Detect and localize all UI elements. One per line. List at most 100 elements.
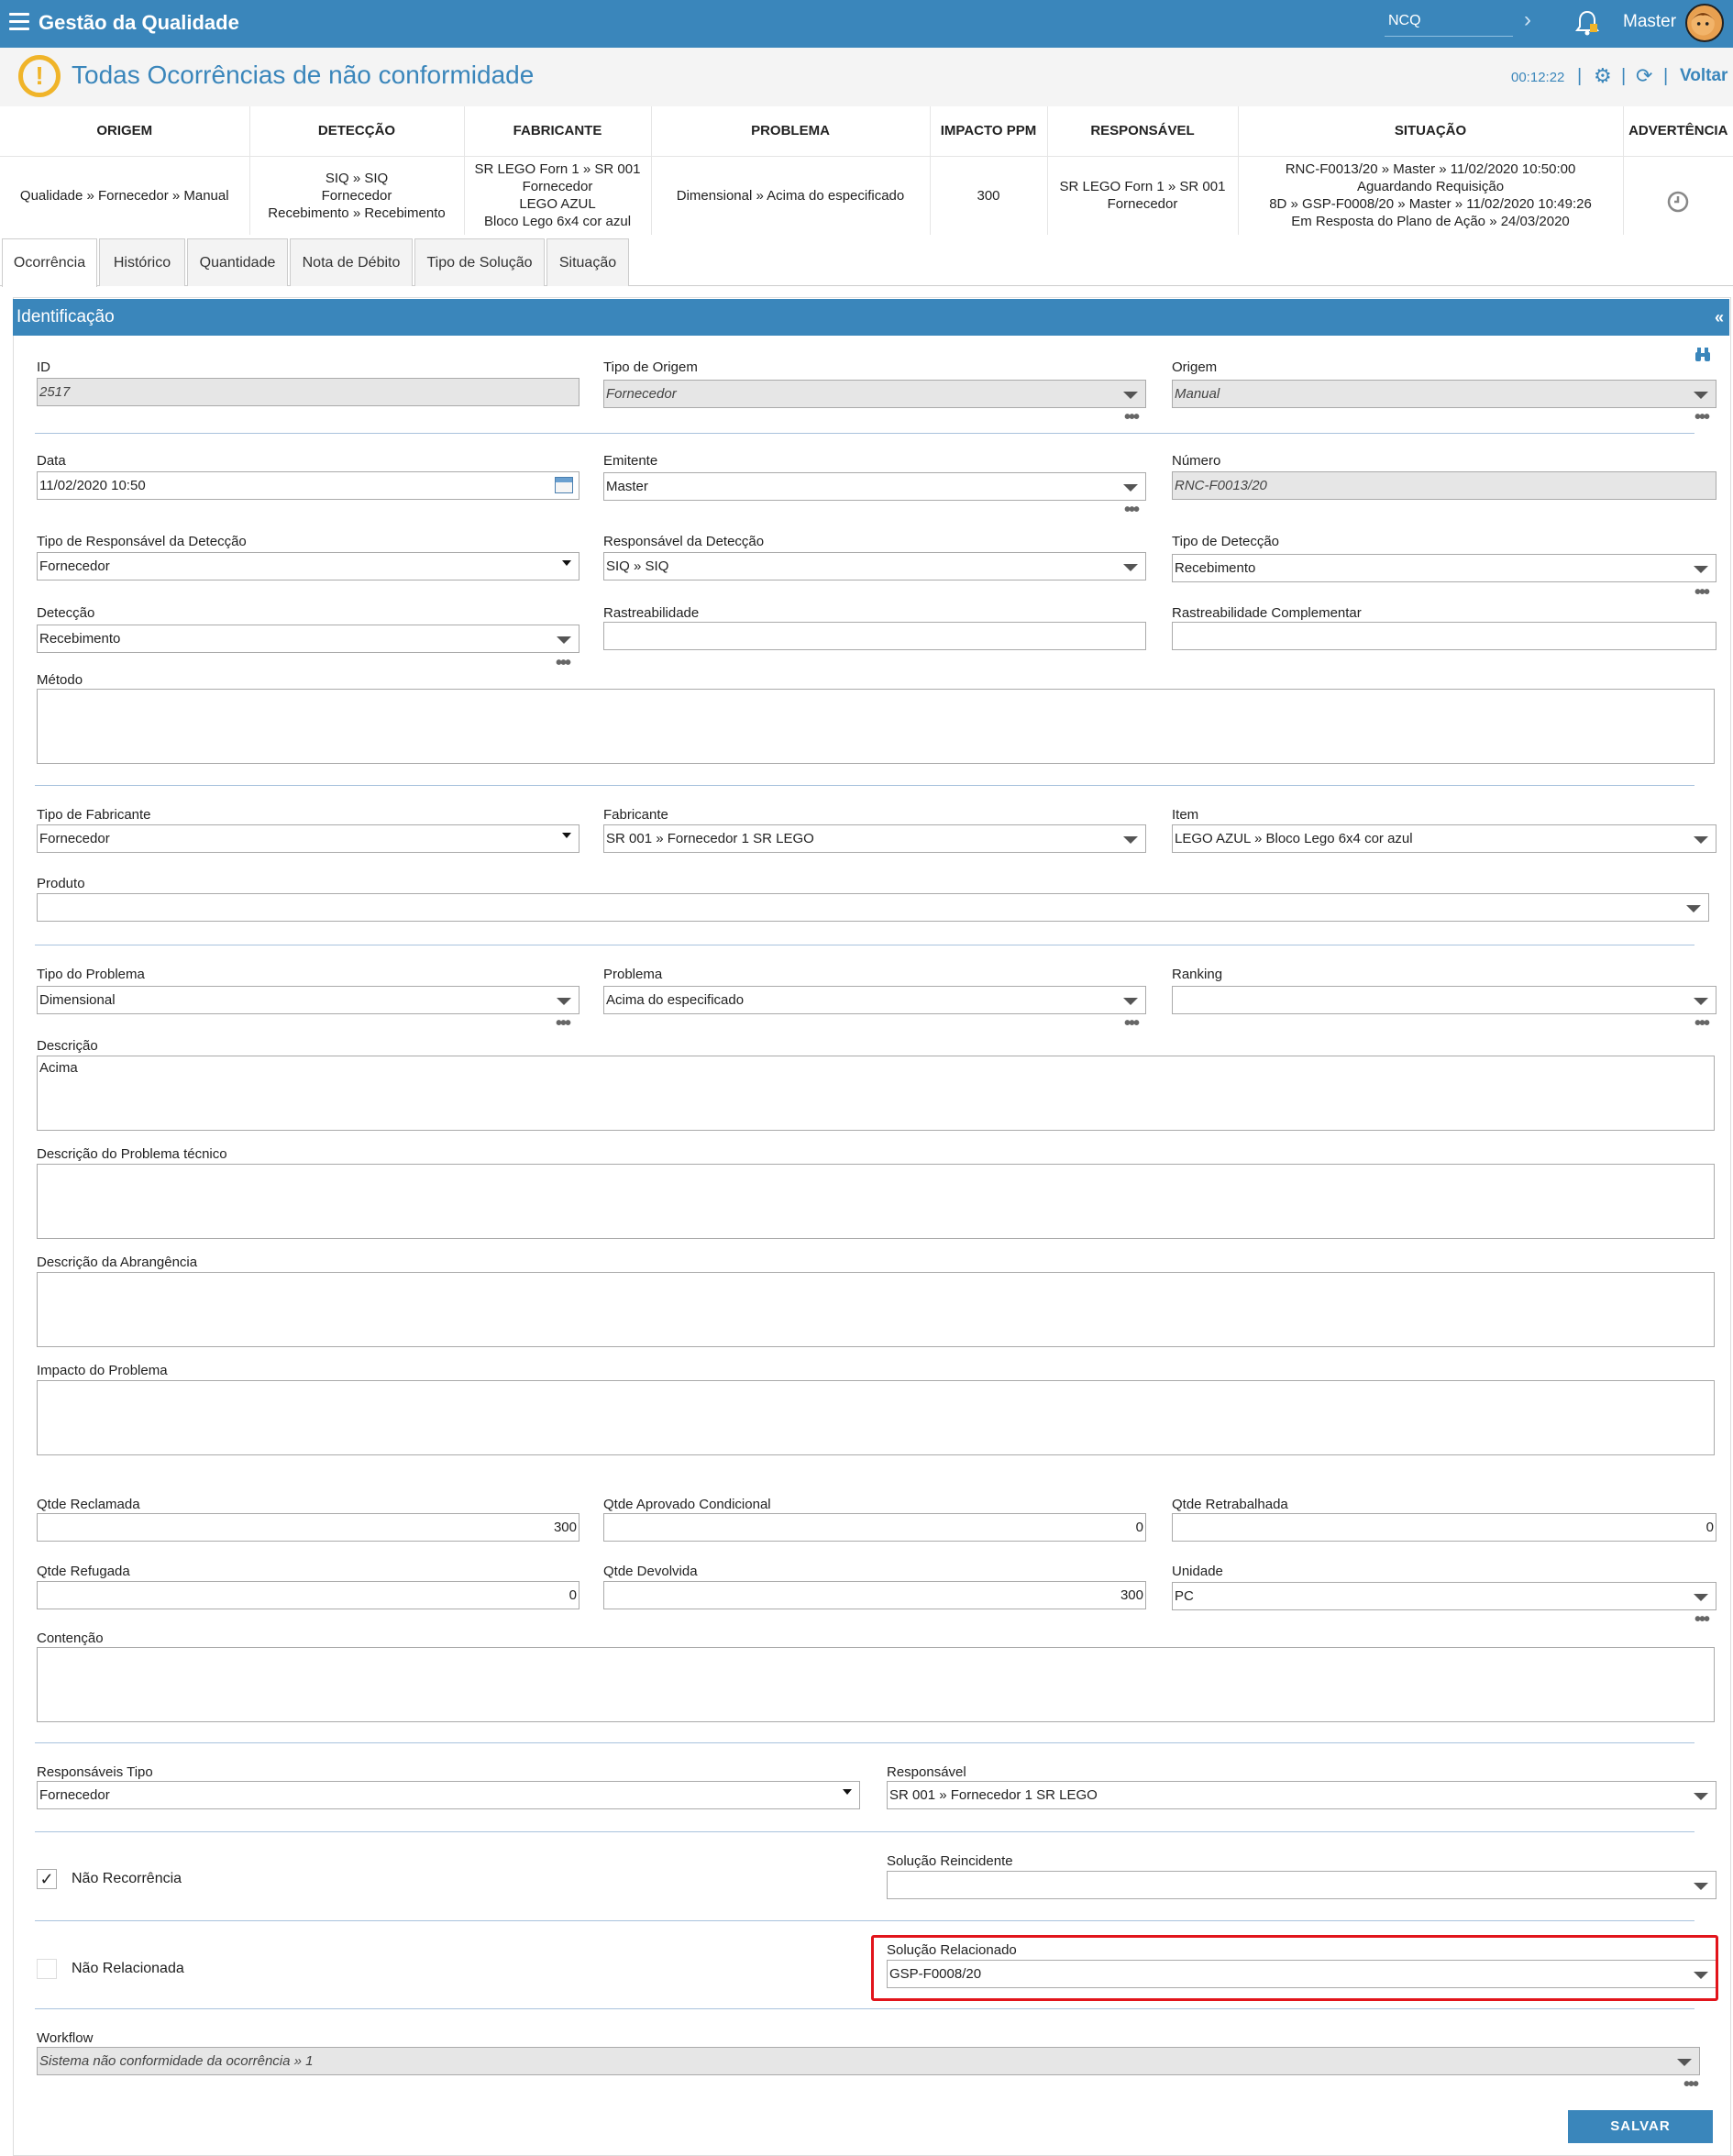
save-button[interactable]: SALVAR: [1568, 2110, 1713, 2143]
binoculars-icon[interactable]: [1694, 347, 1711, 363]
tipo-origem-select[interactable]: Fornecedor: [603, 380, 1146, 408]
rastreab-comp-input[interactable]: [1172, 622, 1716, 650]
dropdown-arrow-icon: [1123, 564, 1138, 571]
more-icon[interactable]: •••: [1694, 1014, 1710, 1033]
ranking-select[interactable]: [1172, 986, 1716, 1014]
section-header[interactable]: Identificação «: [13, 299, 1729, 336]
sol-reinc-label: Solução Reincidente: [887, 1853, 1013, 1869]
contencao-textarea[interactable]: [37, 1647, 1715, 1722]
more-icon[interactable]: •••: [1124, 501, 1140, 519]
descricao-textarea[interactable]: Acima: [37, 1056, 1715, 1131]
tipo-prob-select[interactable]: Dimensional: [37, 986, 580, 1014]
col-header: RESPONSÁVEL: [1047, 106, 1239, 156]
metodo-textarea[interactable]: [37, 689, 1715, 764]
more-icon[interactable]: •••: [556, 1014, 571, 1033]
origem-label: Origem: [1172, 359, 1218, 375]
module-search-input[interactable]: NCQ: [1385, 7, 1513, 37]
tab-ocorrencia[interactable]: Ocorrência: [2, 238, 97, 287]
avatar[interactable]: [1685, 4, 1724, 42]
user-name[interactable]: Master: [1623, 12, 1676, 32]
nao-recorrencia-checkbox[interactable]: ✓: [37, 1869, 57, 1889]
back-link[interactable]: Voltar: [1680, 66, 1727, 86]
qtde-retr-input[interactable]: 0: [1172, 1513, 1716, 1542]
resp-tipo-select[interactable]: Fornecedor: [37, 1781, 860, 1809]
divider: [35, 1920, 1694, 1921]
resp-det-select[interactable]: SIQ » SIQ: [603, 552, 1146, 580]
tab-quantidade[interactable]: Quantidade: [187, 238, 288, 286]
refresh-icon[interactable]: ⟳: [1636, 64, 1652, 88]
tipo-det-select[interactable]: Recebimento: [1172, 554, 1716, 582]
tab-bar: Ocorrência Histórico Quantidade Nota de …: [0, 238, 1733, 287]
item-select[interactable]: LEGO AZUL » Bloco Lego 6x4 cor azul: [1172, 824, 1716, 853]
section-title: Identificação: [17, 307, 115, 326]
page-header: ! Todas Ocorrências de não conformidade …: [0, 48, 1733, 106]
tipo-fab-select[interactable]: Fornecedor: [37, 824, 580, 853]
qtde-recl-input[interactable]: 300: [37, 1513, 580, 1542]
more-icon[interactable]: •••: [1694, 1610, 1710, 1629]
more-icon[interactable]: •••: [1694, 408, 1710, 426]
more-icon[interactable]: •••: [1124, 1014, 1140, 1033]
qtde-dev-input[interactable]: 300: [603, 1581, 1146, 1609]
resp-det-value: SIQ » SIQ: [606, 558, 669, 574]
desc-tec-textarea[interactable]: [37, 1164, 1715, 1239]
collapse-icon[interactable]: «: [1715, 299, 1724, 336]
divider: |: [1577, 66, 1583, 86]
item-value: LEGO AZUL » Bloco Lego 6x4 cor azul: [1175, 831, 1413, 846]
col-header: DETECÇÃO: [249, 106, 465, 156]
dropdown-arrow-icon: [1694, 998, 1708, 1005]
origem-select[interactable]: Manual: [1172, 380, 1716, 408]
impacto-textarea[interactable]: [37, 1380, 1715, 1455]
session-timer: 00:12:22: [1511, 70, 1565, 85]
dropdown-arrow-icon: [1694, 566, 1708, 573]
chevron-right-icon[interactable]: ›: [1524, 7, 1531, 33]
tab-nota-debito[interactable]: Nota de Débito: [290, 238, 413, 286]
sol-reinc-select[interactable]: [887, 1871, 1716, 1899]
fabricante-select[interactable]: SR 001 » Fornecedor 1 SR LEGO: [603, 824, 1146, 853]
calendar-icon[interactable]: [555, 477, 573, 493]
tipo-det-value: Recebimento: [1175, 560, 1256, 576]
problema-select[interactable]: Acima do especificado: [603, 986, 1146, 1014]
nao-relacionada-checkbox[interactable]: [37, 1959, 57, 1979]
produto-select[interactable]: [37, 893, 1709, 922]
problema-label: Problema: [603, 967, 663, 982]
deteccao-select[interactable]: Recebimento: [37, 625, 580, 653]
date-field[interactable]: 11/02/2020 10:50: [37, 471, 580, 500]
emitente-select[interactable]: Master: [603, 472, 1146, 501]
dropdown-arrow-icon: [1694, 1793, 1708, 1800]
app-title[interactable]: Gestão da Qualidade: [39, 11, 239, 35]
divider: |: [1621, 66, 1627, 86]
qtde-aprov-input[interactable]: 0: [603, 1513, 1146, 1542]
more-icon[interactable]: •••: [1124, 408, 1140, 426]
rastreab-input[interactable]: [603, 622, 1146, 650]
nao-relacionada-label: Não Relacionada: [72, 1961, 184, 1976]
divider: [35, 1831, 1694, 1832]
workflow-select[interactable]: Sistema não conformidade da ocorrência »…: [37, 2047, 1700, 2075]
item-label: Item: [1172, 807, 1199, 823]
tab-situacao[interactable]: Situação: [546, 238, 629, 286]
divider: [35, 433, 1694, 434]
desc-tec-label: Descrição do Problema técnico: [37, 1146, 227, 1162]
responsavel-select[interactable]: SR 001 » Fornecedor 1 SR LEGO: [887, 1781, 1716, 1809]
more-icon[interactable]: •••: [556, 654, 571, 672]
metodo-label: Método: [37, 672, 83, 688]
gear-icon[interactable]: ⚙: [1594, 64, 1612, 88]
qtde-ref-input[interactable]: 0: [37, 1581, 580, 1609]
bell-icon[interactable]: [1575, 9, 1599, 37]
tipo-resp-det-select[interactable]: Fornecedor: [37, 552, 580, 580]
dropdown-arrow-icon: [843, 1789, 852, 1795]
cell-problema: Dimensional » Acima do especificado: [651, 155, 931, 235]
unidade-select[interactable]: PC: [1172, 1582, 1716, 1610]
numero-label: Número: [1172, 453, 1221, 469]
summary-header-row: ORIGEM DETECÇÃO FABRICANTE PROBLEMA IMPA…: [0, 106, 1733, 156]
hamburger-menu-icon[interactable]: [9, 13, 29, 31]
dropdown-arrow-icon: [1686, 905, 1701, 912]
more-icon[interactable]: •••: [1694, 583, 1710, 602]
more-icon[interactable]: •••: [1683, 2075, 1699, 2094]
desc-abr-textarea[interactable]: [37, 1272, 1715, 1347]
clock-icon[interactable]: [1666, 190, 1690, 214]
id-field: 2517: [37, 378, 580, 406]
cell-advertencia: [1623, 155, 1733, 235]
tab-tipo-solucao[interactable]: Tipo de Solução: [414, 238, 545, 286]
qtde-ref-label: Qtde Refugada: [37, 1564, 130, 1579]
tab-historico[interactable]: Histórico: [99, 238, 185, 286]
